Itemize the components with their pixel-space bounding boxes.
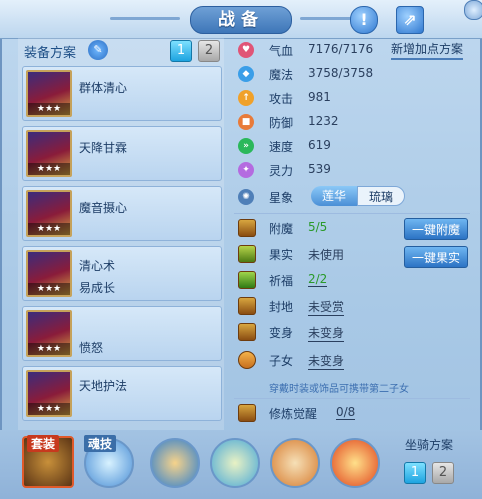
stat-label: 魔法 bbox=[269, 68, 294, 82]
enhance-value[interactable]: 0/8 bbox=[336, 405, 356, 420]
skill-slot-4-icon[interactable] bbox=[330, 438, 380, 488]
stat-label: 星象 bbox=[269, 191, 294, 205]
equip-icon: ★★★ bbox=[26, 250, 72, 297]
attack-icon: ↑ bbox=[238, 90, 254, 106]
equip-subname: 易成长 bbox=[79, 281, 116, 295]
stat-value: 1232 bbox=[308, 114, 339, 128]
star-rating: ★★★ bbox=[28, 163, 70, 175]
enhance-label: 果实 bbox=[269, 248, 294, 262]
star-rating: ★★★ bbox=[28, 283, 70, 295]
new-plan-link[interactable]: 新增加点方案 bbox=[391, 40, 464, 60]
equip-icon: ★★★ bbox=[26, 190, 72, 237]
suit-label: 套装 bbox=[27, 435, 60, 452]
stat-value: 7176/7176 bbox=[308, 42, 374, 56]
mount-plan-label: 坐骑方案 bbox=[405, 438, 454, 452]
star-rating: ★★★ bbox=[28, 223, 70, 235]
stat-label: 防御 bbox=[269, 116, 294, 130]
equip-slot-6[interactable]: ★★★ 天地护法 bbox=[22, 366, 222, 421]
star-rating: ★★★ bbox=[28, 403, 70, 415]
enhance-value[interactable]: 未受赏 bbox=[308, 298, 345, 316]
enchant-all-button[interactable]: 一键附魔 bbox=[404, 218, 468, 240]
equip-name: 魔音摄心 bbox=[79, 201, 128, 215]
enhance-label: 变身 bbox=[269, 326, 294, 340]
divider bbox=[234, 398, 470, 399]
speed-icon: » bbox=[238, 138, 254, 154]
equip-slot-3[interactable]: ★★★ 魔音摄心 bbox=[22, 186, 222, 241]
stat-label: 攻击 bbox=[269, 92, 294, 106]
enhance-label: 修炼觉醒 bbox=[269, 407, 318, 421]
enhance-label: 附魔 bbox=[269, 222, 294, 236]
equip-slot-2[interactable]: ★★★ 天降甘霖 bbox=[22, 126, 222, 181]
defense-icon: ■ bbox=[238, 114, 254, 130]
skill-slot-2-icon[interactable] bbox=[210, 438, 260, 488]
edit-icon[interactable]: ✎ bbox=[88, 40, 108, 60]
star-rating: ★★★ bbox=[28, 343, 70, 355]
plan-page-2[interactable]: 2 bbox=[198, 40, 220, 62]
share-icon[interactable]: ⇗ bbox=[396, 6, 424, 34]
star-icon: ✺ bbox=[238, 189, 254, 205]
enhance-value[interactable]: 未变身 bbox=[308, 324, 345, 342]
transform-icon bbox=[238, 323, 256, 341]
stat-value: 981 bbox=[308, 90, 331, 104]
heart-icon: ♥ bbox=[238, 42, 254, 58]
title-ornament-left bbox=[110, 17, 180, 20]
skill-slot-3-icon[interactable] bbox=[270, 438, 320, 488]
enhance-value: 未使用 bbox=[308, 248, 345, 262]
tab-lotus[interactable]: 莲华 bbox=[311, 186, 357, 206]
blessing-icon bbox=[238, 271, 256, 289]
enhance-value: 5/5 bbox=[308, 220, 328, 234]
stat-value: 3758/3758 bbox=[308, 66, 374, 80]
spirit-icon: ✦ bbox=[238, 162, 254, 178]
equip-name: 清心术 bbox=[79, 259, 116, 273]
equip-name: 愤怒 bbox=[79, 341, 104, 355]
stat-value: 539 bbox=[308, 162, 331, 176]
enhance-value[interactable]: 未变身 bbox=[308, 352, 345, 370]
equip-slot-5[interactable]: ★★★ 愤怒 bbox=[22, 306, 222, 361]
plan-page-1[interactable]: 1 bbox=[170, 40, 192, 62]
enhance-label: 封地 bbox=[269, 300, 294, 314]
soul-label: 魂技 bbox=[84, 435, 117, 452]
enchant-icon bbox=[238, 219, 256, 237]
tab-glaze[interactable]: 琉璃 bbox=[357, 186, 405, 206]
equip-icon: ★★★ bbox=[26, 130, 72, 177]
equip-slot-4[interactable]: ★★★ 清心术 易成长 bbox=[22, 246, 222, 301]
plan-label: 装备方案 bbox=[24, 46, 77, 61]
stat-label: 灵力 bbox=[269, 164, 294, 178]
equip-slot-1[interactable]: ★★★ 群体清心 bbox=[22, 66, 222, 121]
children-icon bbox=[238, 351, 256, 369]
equip-name: 天降甘霖 bbox=[79, 141, 128, 155]
enhance-label: 子女 bbox=[269, 354, 294, 368]
divider bbox=[234, 213, 470, 214]
mana-icon: ◆ bbox=[238, 66, 254, 82]
help-icon[interactable]: ! bbox=[350, 6, 378, 34]
equip-icon: ★★★ bbox=[26, 70, 72, 117]
stat-label: 速度 bbox=[269, 140, 294, 154]
children-hint: 穿戴时装或饰品可携带第二子女 bbox=[269, 384, 409, 395]
fruit-all-button[interactable]: 一键果实 bbox=[404, 246, 468, 268]
enhance-label: 祈福 bbox=[269, 274, 294, 288]
fruit-icon bbox=[238, 245, 256, 263]
mount-page-2[interactable]: 2 bbox=[432, 462, 454, 484]
close-icon[interactable] bbox=[464, 0, 482, 20]
skill-slot-1-icon[interactable] bbox=[150, 438, 200, 488]
equip-icon: ★★★ bbox=[26, 370, 72, 417]
stat-value: 619 bbox=[308, 138, 331, 152]
window-title: 战备 bbox=[190, 6, 292, 34]
stat-label: 气血 bbox=[269, 44, 294, 58]
fief-icon bbox=[238, 297, 256, 315]
mount-page-1[interactable]: 1 bbox=[404, 462, 426, 484]
enhance-value[interactable]: 2/2 bbox=[308, 272, 328, 287]
equip-name: 群体清心 bbox=[79, 81, 128, 95]
awaken-icon bbox=[238, 404, 256, 422]
equip-icon: ★★★ bbox=[26, 310, 72, 357]
equip-name: 天地护法 bbox=[79, 379, 128, 393]
star-rating: ★★★ bbox=[28, 103, 70, 115]
